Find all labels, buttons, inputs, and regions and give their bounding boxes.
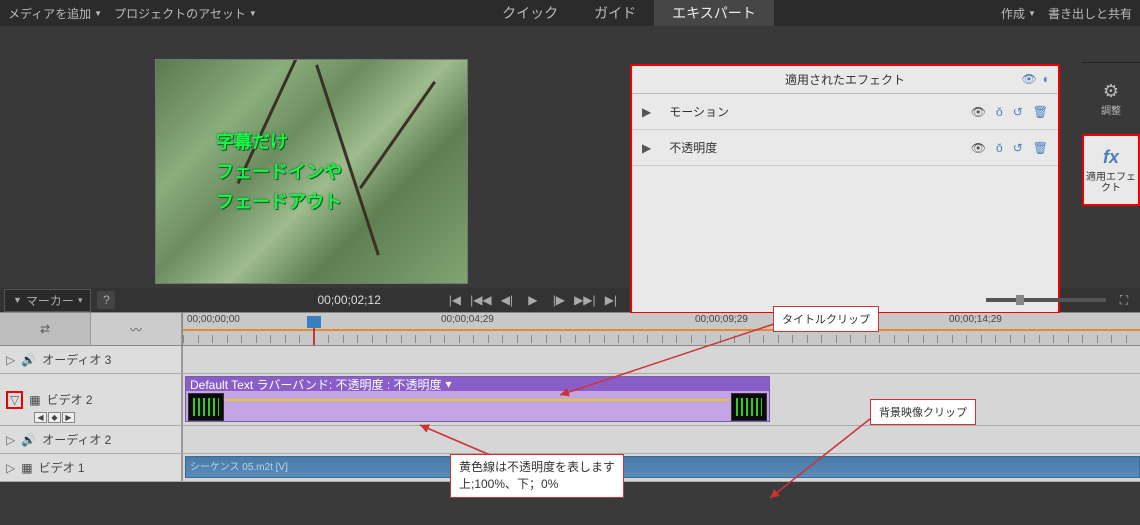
prev-edit-button[interactable]: |◀◀: [469, 290, 493, 310]
track-label: ビデオ 2: [47, 391, 93, 408]
clip-thumb: [731, 393, 767, 421]
track-expand-icon[interactable]: ▷: [6, 353, 15, 367]
filmstrip-icon[interactable]: ▦: [29, 393, 40, 407]
trash-icon[interactable]: 🗑: [1033, 141, 1048, 155]
visibility-icon[interactable]: 👁: [971, 105, 986, 119]
timeline-display-mode-2[interactable]: 〰: [91, 313, 182, 345]
reset-icon[interactable]: ↺: [1013, 141, 1023, 155]
time-ruler[interactable]: 00;00;00;00 00;00;04;29 00;00;09;29 00;0…: [182, 313, 1140, 345]
annotation-bg-clip: 背景映像クリップ: [870, 399, 976, 425]
step-fwd-button[interactable]: |▶: [547, 290, 571, 310]
annotation-title-clip: タイトルクリップ: [773, 306, 879, 332]
panel-stopwatch-icon[interactable]: ◐: [1043, 72, 1050, 86]
step-back-button[interactable]: ◀|: [495, 290, 519, 310]
speaker-icon[interactable]: 🔊: [21, 433, 36, 447]
video2-track-body[interactable]: Default Text ラバーバンド: 不透明度 : 不透明度 ▾: [182, 374, 1140, 425]
add-media-menu[interactable]: メディアを追加▼: [8, 5, 102, 22]
markers-dropdown[interactable]: ▼マーカー▾: [4, 289, 91, 312]
expand-opacity-icon[interactable]: ▶: [642, 141, 651, 155]
effects-panel-title: 適用されたエフェクト: [785, 71, 905, 88]
preview-monitor[interactable]: 字幕だけ フェードインや フェードアウト: [155, 59, 468, 284]
caption-line-1: 字幕だけ: [216, 128, 288, 154]
goto-start-button[interactable]: |◀: [443, 290, 467, 310]
annotation-yellow-line: 黄色線は不透明度を表します 上;100%、下；0%: [450, 454, 624, 498]
stopwatch-icon[interactable]: ŏ: [996, 105, 1003, 119]
effect-motion[interactable]: モーション: [669, 103, 729, 120]
next-edit-button[interactable]: ▶▶|: [573, 290, 597, 310]
project-assets-menu[interactable]: プロジェクトのアセット▼: [114, 5, 257, 22]
expand-motion-icon[interactable]: ▶: [642, 105, 651, 119]
background-video-clip[interactable]: シーケンス 05.m2t [V]: [185, 456, 1140, 478]
help-button[interactable]: ?: [97, 291, 115, 309]
visibility-icon[interactable]: 👁: [971, 141, 986, 155]
speaker-icon[interactable]: 🔊: [21, 353, 36, 367]
timecode-display[interactable]: 00;00;02;12: [317, 293, 380, 307]
mode-expert[interactable]: エキスパート: [654, 0, 774, 26]
play-button[interactable]: ▶: [521, 290, 545, 310]
trash-icon[interactable]: 🗑: [1033, 105, 1048, 119]
effect-opacity[interactable]: 不透明度: [669, 139, 717, 156]
mode-guide[interactable]: ガイド: [576, 0, 654, 26]
reset-icon[interactable]: ↺: [1013, 105, 1023, 119]
caption-line-2: フェードインや: [216, 158, 342, 184]
export-menu[interactable]: 書き出しと共有: [1048, 5, 1132, 22]
caption-line-3: フェードアウト: [216, 188, 342, 214]
timeline-display-mode-1[interactable]: ⇄: [0, 313, 91, 345]
video1-track-body[interactable]: シーケンス 05.m2t [V]: [182, 454, 1140, 481]
create-menu[interactable]: 作成▼: [1001, 5, 1036, 22]
track-collapse-icon[interactable]: ▽: [6, 391, 23, 409]
audio2-track-body[interactable]: [182, 426, 1140, 453]
applied-effects-tab[interactable]: fx 適用エフェクト: [1082, 134, 1140, 206]
sliders-icon: ⚙: [1103, 81, 1119, 102]
add-key-button[interactable]: ◆: [48, 412, 61, 423]
playhead[interactable]: [307, 316, 321, 328]
adjust-tab[interactable]: ⚙ 調整: [1082, 62, 1140, 134]
track-expand-icon[interactable]: ▷: [6, 433, 15, 447]
track-label: ビデオ 1: [39, 459, 85, 476]
track-label: オーディオ 2: [42, 431, 111, 448]
zoom-slider[interactable]: [986, 298, 1106, 302]
mode-quick[interactable]: クイック: [484, 0, 576, 26]
panel-eye-icon[interactable]: 👁: [1022, 72, 1037, 86]
clip-thumb: [188, 393, 224, 421]
fullscreen-button[interactable]: ⛶: [1112, 290, 1136, 310]
track-expand-icon[interactable]: ▷: [6, 461, 15, 475]
filmstrip-icon[interactable]: ▦: [21, 461, 32, 475]
fx-icon: fx: [1103, 147, 1119, 168]
title-clip[interactable]: Default Text ラバーバンド: 不透明度 : 不透明度 ▾: [185, 376, 770, 422]
goto-end-button[interactable]: ▶|: [599, 290, 623, 310]
applied-effects-panel: 適用されたエフェクト 👁 ◐ ▶ モーション 👁 ŏ ↺ 🗑 ▶ 不透明度 👁 …: [630, 64, 1060, 314]
track-label: オーディオ 3: [42, 351, 111, 368]
opacity-rubberband[interactable]: [226, 399, 729, 401]
prev-key-button[interactable]: ◀: [34, 412, 47, 423]
stopwatch-icon[interactable]: ŏ: [996, 141, 1003, 155]
next-key-button[interactable]: ▶: [62, 412, 75, 423]
audio3-track-body[interactable]: [182, 346, 1140, 373]
